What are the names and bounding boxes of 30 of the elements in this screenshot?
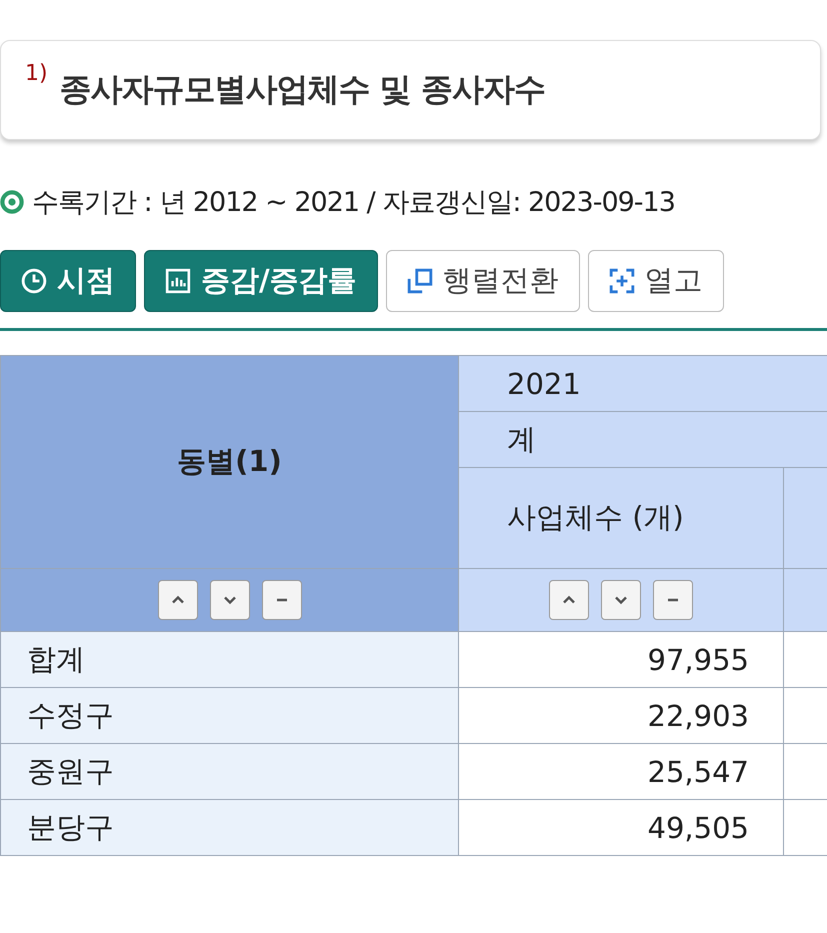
footnote-mark: 1) [25, 61, 48, 86]
toolbar-button[interactable]: 시점 [0, 250, 136, 312]
sort-descending-icon[interactable] [210, 580, 250, 620]
toolbar-button[interactable]: 행렬전환 [386, 250, 580, 312]
sort-descending-icon[interactable] [601, 580, 641, 620]
sort-ascending-icon[interactable] [549, 580, 589, 620]
clock-icon [21, 268, 47, 294]
table-cell: 49,505 [458, 800, 784, 856]
table-cell: 97,955 [458, 632, 784, 688]
group-header: 계 [458, 412, 827, 468]
toolbar-button[interactable]: 열고 [588, 250, 724, 312]
toolbar-button[interactable]: 증감/증감률 [144, 250, 378, 312]
table-cell: 25,547 [458, 744, 784, 800]
remove-icon[interactable] [262, 580, 302, 620]
bar-chart-icon [165, 268, 191, 294]
table-cell: 22,903 [458, 688, 784, 744]
row-label: 수정구 [0, 688, 458, 744]
period-text: 수록기간 : 년 2012 ~ 2021 / 자료갱신일: 2023-09-13 [32, 186, 675, 220]
row-label: 분당구 [0, 800, 458, 856]
row-header: 동별(1) [0, 356, 458, 568]
bullet-icon [0, 190, 24, 214]
row-label: 중원구 [0, 744, 458, 800]
year-header: 2021 [458, 356, 827, 412]
column-header: 사업체수 (개) [458, 468, 784, 568]
swap-icon [406, 268, 433, 294]
page-title: 종사자규모별사업체수 및 종사자수 [60, 69, 545, 110]
remove-icon[interactable] [653, 580, 693, 620]
expand-icon [608, 268, 635, 294]
row-label: 합계 [0, 632, 458, 688]
sort-ascending-icon[interactable] [158, 580, 198, 620]
